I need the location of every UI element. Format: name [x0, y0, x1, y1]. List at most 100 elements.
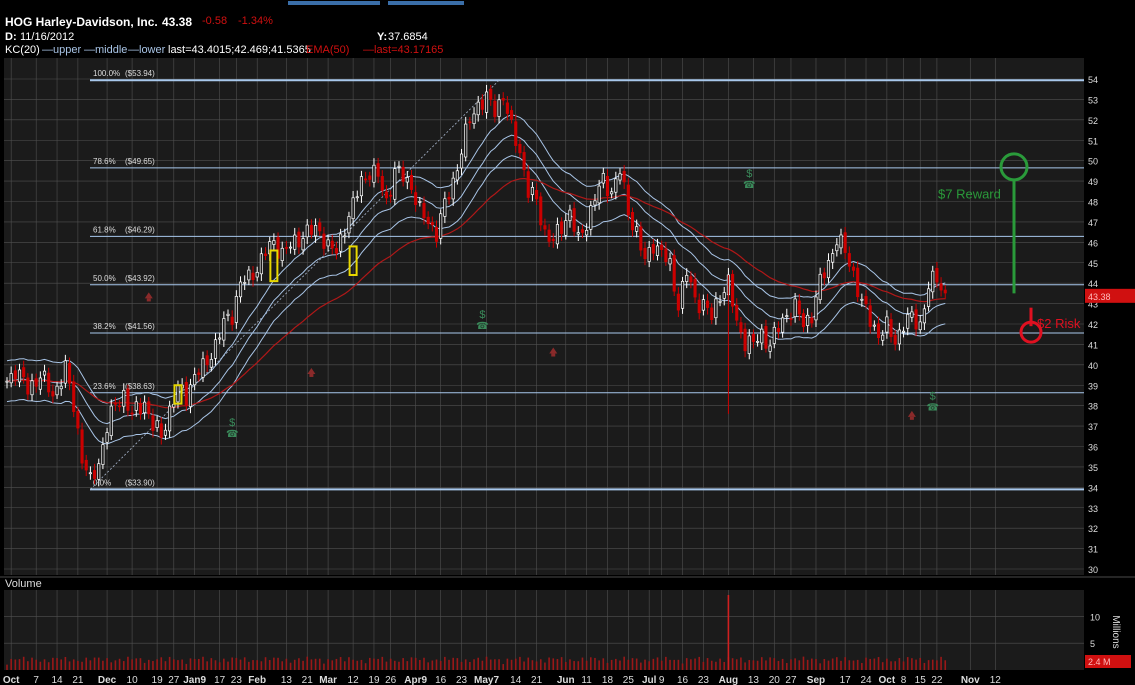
candle-body: [839, 234, 843, 249]
volume-bar: [702, 661, 705, 670]
volume-bar: [585, 660, 588, 670]
candle-body: [597, 185, 601, 204]
x-tick-label: 27: [785, 675, 797, 685]
fib-pct-label: 78.6%: [93, 157, 116, 166]
volume-bar: [394, 660, 396, 670]
volume-bar: [402, 658, 404, 670]
volume-bar: [527, 657, 530, 670]
candle-body: [88, 472, 92, 475]
candle-body: [172, 403, 176, 408]
candle-body: [168, 405, 172, 432]
reward-label: $7 Reward: [938, 186, 1001, 201]
candle-body: [622, 170, 626, 183]
candle-body: [80, 429, 84, 464]
candle-body: [17, 369, 22, 383]
volume-bar: [523, 661, 525, 670]
candle-body: [451, 177, 455, 200]
candle-body: [193, 374, 197, 386]
volume-bar: [277, 657, 279, 670]
volume-bar: [531, 660, 534, 670]
fib-price-label: ($43.92): [125, 274, 155, 283]
candle-body: [918, 321, 922, 331]
volume-bar: [193, 659, 196, 670]
volume-bar: [214, 660, 217, 670]
candle-body: [247, 269, 251, 281]
candle-body: [789, 318, 793, 320]
candle-body: [706, 300, 710, 308]
candle-body: [472, 113, 476, 124]
volume-bar: [915, 659, 917, 670]
volume-bar: [43, 659, 46, 670]
candle-body: [743, 328, 747, 352]
volume-bar: [293, 659, 296, 670]
volume-bar: [806, 659, 809, 670]
volume-bar: [544, 662, 546, 670]
volume-bar: [598, 660, 600, 670]
volume-bar: [239, 659, 242, 670]
volume-bar: [260, 661, 263, 670]
x-tick-label: 17: [840, 675, 852, 685]
volume-bar: [81, 661, 83, 670]
volume-bar: [139, 658, 142, 670]
candle-body: [555, 224, 559, 245]
candle-body: [693, 279, 697, 298]
volume-bar: [752, 660, 755, 670]
candle-body: [814, 296, 818, 321]
price-chart[interactable]: Volume 100.0% ($53.94)78.6% ($49.65)61.8%(…: [0, 0, 1135, 685]
volume-bar: [823, 659, 826, 670]
candle-body: [493, 100, 497, 118]
x-tick-label: Jul: [642, 675, 657, 685]
candle-body: [826, 260, 831, 279]
volume-bar: [177, 660, 179, 670]
fib-pct-label: 38.2%: [93, 322, 116, 331]
candle-body: [301, 238, 305, 251]
volume-bar: [331, 660, 334, 670]
volume-bar: [339, 657, 342, 670]
candle-body: [618, 173, 622, 181]
candle-body: [293, 234, 297, 250]
volume-bar: [114, 660, 117, 670]
volume-bar: [610, 659, 613, 670]
volume-bar: [189, 658, 192, 670]
volume-tick-label: 10: [1090, 612, 1100, 622]
volume-bar: [723, 661, 726, 670]
volume-bar: [314, 658, 317, 670]
candle-body: [476, 101, 480, 116]
fib-price-label: ($38.63): [125, 382, 155, 391]
volume-bar: [510, 659, 513, 670]
candle-body: [297, 231, 301, 248]
volume-bar: [72, 659, 75, 670]
candle-body: [130, 412, 134, 415]
candle-body: [455, 170, 459, 181]
volume-bar: [414, 657, 417, 670]
volume-bar: [248, 661, 250, 670]
candle-body: [401, 166, 405, 182]
volume-bar: [160, 657, 163, 670]
volume-bar: [685, 658, 688, 670]
x-tick-label: May7: [474, 675, 499, 685]
x-tick-label: 19: [368, 675, 380, 685]
volume-bar: [514, 658, 517, 670]
fib-price-label: ($49.65): [125, 157, 155, 166]
x-tick-label: 23: [456, 675, 468, 685]
volume-bar: [93, 657, 96, 670]
dividend-icon: [551, 353, 556, 357]
volume-bar: [919, 657, 922, 670]
candle-body: [635, 226, 639, 232]
volume-bar: [852, 660, 855, 670]
volume-bar: [936, 660, 938, 670]
candle-body: [439, 213, 443, 239]
candle-body: [876, 323, 881, 339]
x-tick-label: 23: [698, 675, 710, 685]
candle-body: [843, 232, 847, 253]
volume-bar: [635, 658, 638, 670]
volume-bar: [577, 661, 580, 670]
volume-bar: [877, 657, 880, 670]
candle-body: [568, 209, 572, 221]
volume-bar: [564, 661, 567, 670]
candle-body: [222, 318, 226, 341]
candle-body: [414, 192, 418, 206]
candle-body: [672, 255, 676, 292]
candle-body: [184, 382, 188, 406]
candle-body: [768, 345, 772, 352]
